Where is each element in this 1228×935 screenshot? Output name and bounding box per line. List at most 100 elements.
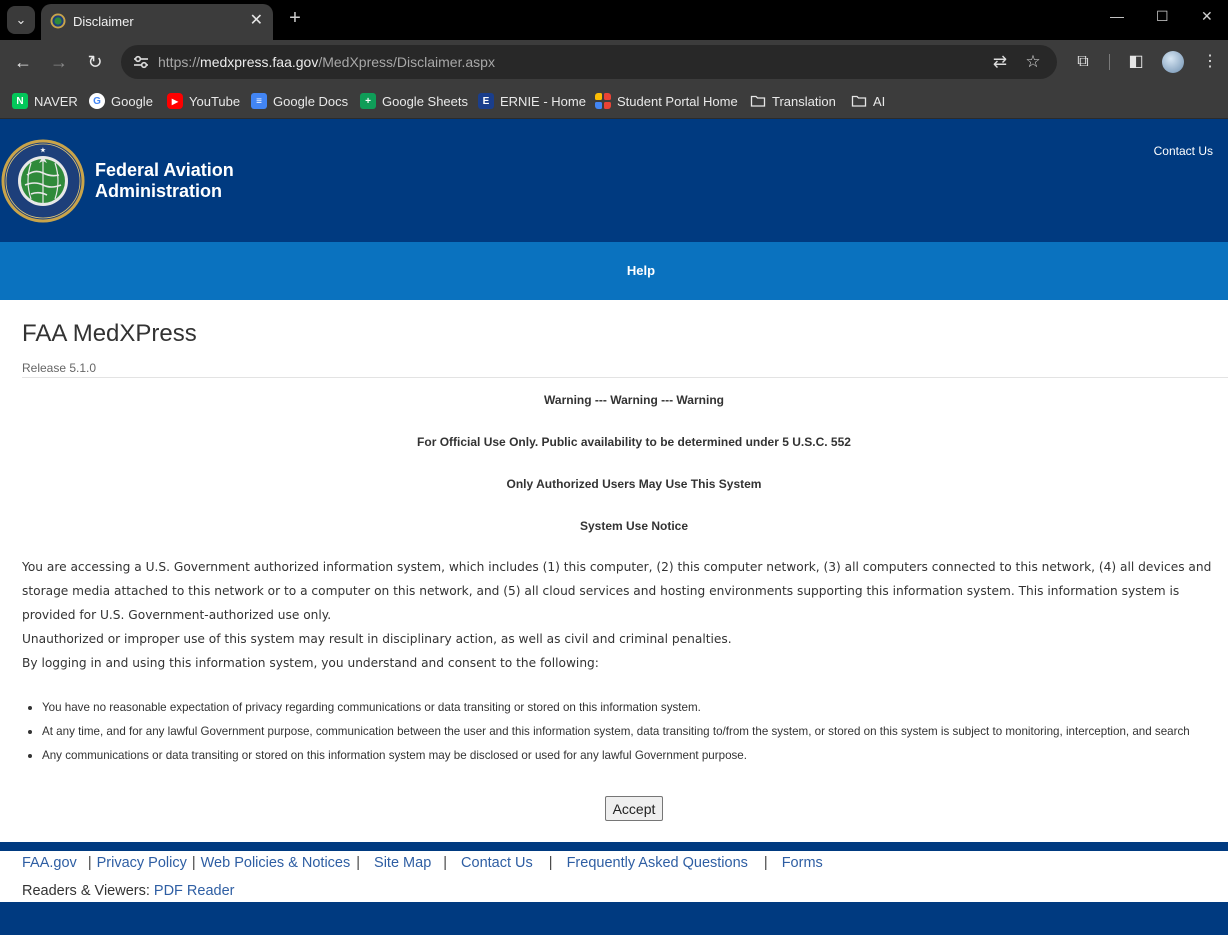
footer-readers: Readers & Viewers: PDF Reader <box>22 883 235 899</box>
site-info-icon[interactable] <box>129 50 153 74</box>
tab-search-button[interactable]: ⌄ <box>7 6 35 34</box>
translate-icon[interactable]: ⇄ <box>990 52 1010 72</box>
footer-link-web-policies[interactable]: Web Policies & Notices <box>201 855 351 871</box>
faa-favicon-icon <box>50 13 66 29</box>
footer-separator: | <box>191 855 196 871</box>
consent-paragraph: By logging in and using this information… <box>22 656 599 670</box>
footer-link-contact-us[interactable]: Contact Us <box>461 855 533 871</box>
bookmark-label: ERNIE - Home <box>500 93 586 109</box>
bookmark-google-docs[interactable]: ≡ Google Docs <box>251 90 348 112</box>
footer-separator: | <box>548 855 553 871</box>
url-scheme: https:// <box>158 54 201 70</box>
list-item-text: You have no reasonable expectation of pr… <box>42 701 701 714</box>
student-portal-icon <box>595 93 611 109</box>
bookmark-star-icon[interactable]: ☆ <box>1023 52 1043 72</box>
bullet-icon <box>28 754 32 758</box>
tab-title: Disclaimer <box>73 14 134 29</box>
accept-button[interactable]: Accept <box>605 796 663 821</box>
close-window-icon[interactable]: ✕ <box>1201 8 1213 25</box>
list-item: You have no reasonable expectation of pr… <box>22 696 1228 720</box>
footer-top-band <box>0 842 1228 851</box>
bookmark-google-sheets[interactable]: + Google Sheets <box>360 90 468 112</box>
bookmark-label: Translation <box>772 93 836 109</box>
toolbar-divider <box>1109 54 1110 70</box>
bookmark-label: Student Portal Home <box>617 93 738 109</box>
footer-link-site-map[interactable]: Site Map <box>374 855 431 871</box>
site-org-name[interactable]: Federal Aviation Administration <box>95 160 234 202</box>
url-path: /MedXpress/Disclaimer.aspx <box>318 54 495 70</box>
readers-label: Readers & Viewers: <box>22 883 150 899</box>
browser-tab[interactable]: Disclaimer ✕ <box>41 4 273 40</box>
extensions-icon[interactable]: ⧉ <box>1072 51 1094 73</box>
pdf-reader-link[interactable]: PDF Reader <box>154 883 235 899</box>
youtube-icon: ▶ <box>167 93 183 109</box>
system-use-notice-heading: System Use Notice <box>579 519 689 533</box>
url-host: medxpress.faa.gov <box>200 54 319 70</box>
bookmark-google[interactable]: G Google <box>89 90 153 112</box>
reload-icon[interactable]: ↻ <box>83 50 107 74</box>
bookmark-label: NAVER <box>34 93 78 109</box>
footer-separator: | <box>443 855 448 871</box>
consent-list: You have no reasonable expectation of pr… <box>22 696 1228 768</box>
close-tab-icon[interactable]: ✕ <box>250 10 263 30</box>
list-item-text: At any time, and for any lawful Governme… <box>42 725 1190 738</box>
page-title: FAA MedXPress <box>22 320 197 347</box>
bookmark-naver[interactable]: N NAVER <box>12 90 78 112</box>
google-docs-icon: ≡ <box>251 93 267 109</box>
bookmark-ernie[interactable]: E ERNIE - Home <box>478 90 586 112</box>
back-arrow-icon[interactable]: ← <box>11 50 35 74</box>
ernie-icon: E <box>478 93 494 109</box>
footer-separator: | <box>763 855 768 871</box>
address-bar[interactable]: https://medxpress.faa.gov/MedXpress/Disc… <box>121 45 1057 79</box>
profile-avatar[interactable] <box>1162 51 1184 73</box>
bullet-icon <box>28 706 32 710</box>
google-sheets-icon: + <box>360 93 376 109</box>
notice-paragraph: You are accessing a U.S. Government auth… <box>22 560 1212 622</box>
side-panel-icon[interactable]: ◧ <box>1125 51 1147 73</box>
forward-arrow-icon[interactable]: → <box>47 50 71 74</box>
folder-icon <box>851 95 867 107</box>
official-use-notice: For Official Use Only. Public availabili… <box>417 435 851 449</box>
folder-icon <box>750 95 766 107</box>
bookmark-label: Google <box>111 93 153 109</box>
authorized-users-notice: Only Authorized Users May Use This Syste… <box>506 477 762 491</box>
title-divider <box>22 377 1228 378</box>
list-item: At any time, and for any lawful Governme… <box>22 720 1228 744</box>
url-text[interactable]: https://medxpress.faa.gov/MedXpress/Disc… <box>158 54 495 70</box>
list-item: Any communications or data transiting or… <box>22 744 1228 768</box>
bookmark-folder-translation[interactable]: Translation <box>750 90 836 112</box>
footer-separator: | <box>356 855 361 871</box>
faa-seal-logo[interactable]: ★ <box>1 139 85 223</box>
bookmark-folder-ai[interactable]: AI <box>851 90 885 112</box>
page-content: ★ Federal Aviation Administration Contac… <box>0 119 1228 935</box>
bookmark-label: YouTube <box>189 93 241 109</box>
release-version: Release 5.1.0 <box>22 361 97 375</box>
bookmark-label: Google Sheets <box>382 93 469 109</box>
bullet-icon <box>28 730 32 734</box>
org-name-line1: Federal Aviation <box>95 160 234 180</box>
bookmark-label: Google Docs <box>273 93 349 109</box>
bookmark-youtube[interactable]: ▶ YouTube <box>167 90 240 112</box>
browser-menu-icon[interactable]: ⋮ <box>1199 51 1221 73</box>
list-item-text: Any communications or data transiting or… <box>42 749 747 762</box>
main-nav-bar: Help <box>0 242 1228 300</box>
naver-icon: N <box>12 93 28 109</box>
minimize-window-icon[interactable]: — <box>1110 8 1124 24</box>
bookmarks-bar: N NAVER G Google ▶ YouTube ≡ Google Docs… <box>0 84 1228 119</box>
maximize-window-icon[interactable]: ☐ <box>1156 8 1169 25</box>
google-icon: G <box>89 93 105 109</box>
footer-link-faq[interactable]: Frequently Asked Questions <box>567 855 748 871</box>
site-header: ★ Federal Aviation Administration Contac… <box>0 119 1228 242</box>
svg-text:★: ★ <box>40 147 46 154</box>
footer-link-faa-gov[interactable]: FAA.gov <box>22 855 77 871</box>
footer-link-privacy-policy[interactable]: Privacy Policy <box>97 855 187 871</box>
browser-toolbar: ← → ↻ https://medxpress.faa.gov/MedXpres… <box>0 40 1228 84</box>
org-name-line2: Administration <box>95 181 223 201</box>
header-contact-link[interactable]: Contact Us <box>1154 144 1213 158</box>
bookmark-student-portal[interactable]: Student Portal Home <box>595 90 738 112</box>
nav-help-link[interactable]: Help <box>0 263 1228 278</box>
bookmark-label: AI <box>873 93 886 109</box>
chevron-down-icon: ⌄ <box>15 12 27 27</box>
new-tab-icon[interactable]: + <box>283 6 307 30</box>
footer-link-forms[interactable]: Forms <box>782 855 823 871</box>
